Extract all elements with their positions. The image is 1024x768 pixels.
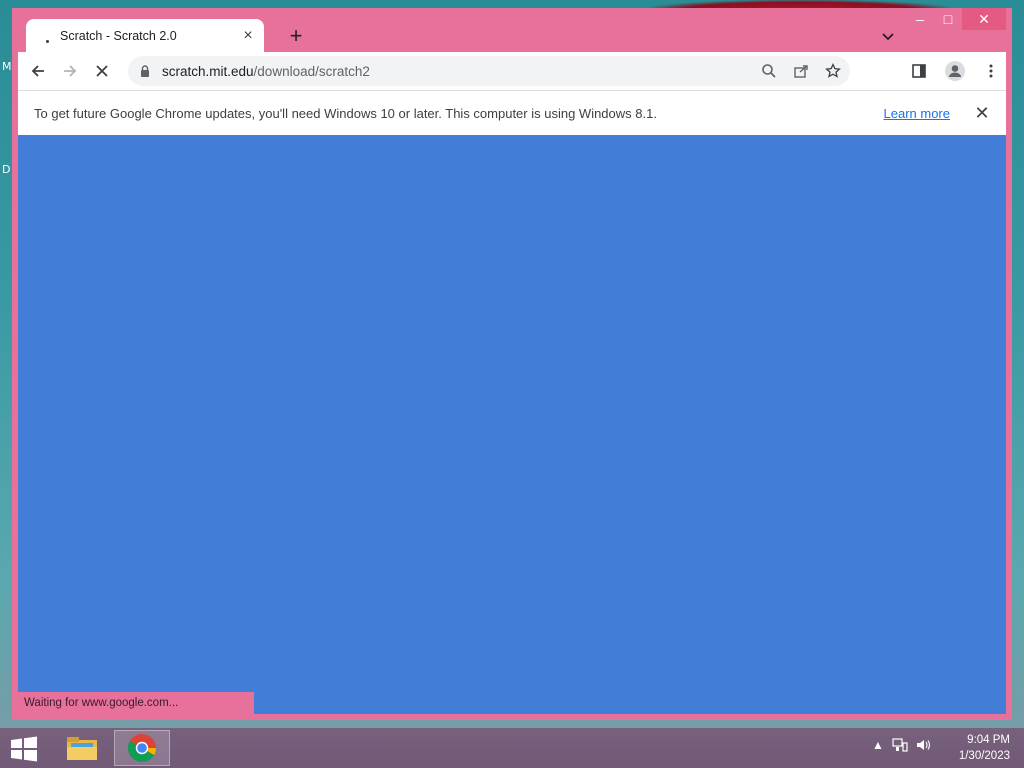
loading-spinner-icon [40, 29, 54, 43]
tab-strip: Scratch - Scratch 2.0 × + – □ ✕ [18, 8, 1006, 52]
tab-title: Scratch - Scratch 2.0 [60, 28, 177, 43]
clock-date: 1/30/2023 [958, 750, 1010, 762]
window-controls: – □ ✕ [906, 8, 1006, 32]
start-button[interactable] [10, 736, 38, 762]
star-icon [825, 63, 841, 78]
bookmark-button[interactable] [820, 58, 846, 84]
learn-more-link[interactable]: Learn more [884, 106, 950, 121]
folder-icon [67, 737, 97, 760]
clock[interactable]: 9:04 PM 1/30/2023 [959, 732, 1010, 764]
side-panel-icon [912, 64, 926, 78]
share-button[interactable] [788, 58, 814, 84]
arrow-right-icon [64, 65, 77, 77]
stop-loading-button[interactable] [86, 55, 118, 87]
avatar-icon [945, 61, 965, 81]
desktop-icon-label-m[interactable]: M [2, 60, 12, 73]
chrome-icon [128, 734, 156, 762]
url-text[interactable]: scratch.mit.edu/download/scratch2 [162, 64, 756, 79]
maximize-button[interactable]: □ [934, 8, 962, 30]
volume-icon[interactable] [916, 738, 932, 752]
taskbar: ▲ 9:04 PM 1/30/2023 [0, 728, 1024, 768]
share-icon [794, 65, 808, 78]
taskbar-file-explorer[interactable] [54, 730, 110, 766]
url-path: /download/scratch2 [253, 63, 370, 79]
omnibox-actions [756, 58, 846, 84]
kebab-menu-icon [989, 64, 993, 78]
infobar-close-icon[interactable]: ✕ [970, 101, 994, 125]
close-window-button[interactable]: ✕ [962, 8, 1006, 30]
browser-toolbar: scratch.mit.edu/download/scratch2 [18, 52, 1006, 90]
search-icon [762, 64, 776, 78]
forward-button[interactable] [54, 55, 86, 87]
address-bar[interactable]: scratch.mit.edu/download/scratch2 [128, 56, 850, 86]
tab-search-button[interactable] [878, 26, 898, 46]
desktop-icon-label-d[interactable]: D [2, 163, 10, 176]
minimize-button[interactable]: – [906, 8, 934, 30]
back-button[interactable] [22, 55, 54, 87]
update-infobar: To get future Google Chrome updates, you… [18, 90, 1006, 136]
status-bubble: Waiting for www.google.com... [18, 692, 254, 714]
tab-scratch[interactable]: Scratch - Scratch 2.0 × [26, 19, 264, 52]
close-icon [96, 65, 108, 77]
chrome-window: Scratch - Scratch 2.0 × + – □ ✕ scratch.… [12, 8, 1012, 720]
infobar-message: To get future Google Chrome updates, you… [34, 105, 657, 121]
toolbar-right-actions [903, 55, 1007, 87]
page-viewport[interactable]: Waiting for www.google.com... [18, 135, 1006, 714]
windows-logo-icon [11, 736, 37, 762]
taskbar-chrome[interactable] [114, 730, 170, 766]
side-panel-button[interactable] [903, 55, 935, 87]
url-host: scratch.mit.edu [162, 63, 254, 79]
arrow-left-icon [31, 65, 44, 77]
show-hidden-icons-icon[interactable]: ▲ [872, 738, 884, 752]
chrome-menu-button[interactable] [975, 55, 1007, 87]
chevron-down-icon [882, 33, 894, 41]
network-icon[interactable] [892, 738, 908, 752]
profile-button[interactable] [939, 55, 971, 87]
lock-icon[interactable] [138, 64, 152, 78]
clock-time: 9:04 PM [967, 734, 1010, 746]
zoom-button[interactable] [756, 58, 782, 84]
tab-close-icon[interactable]: × [238, 26, 258, 46]
system-tray: ▲ [872, 738, 932, 752]
new-tab-button[interactable]: + [284, 23, 308, 48]
